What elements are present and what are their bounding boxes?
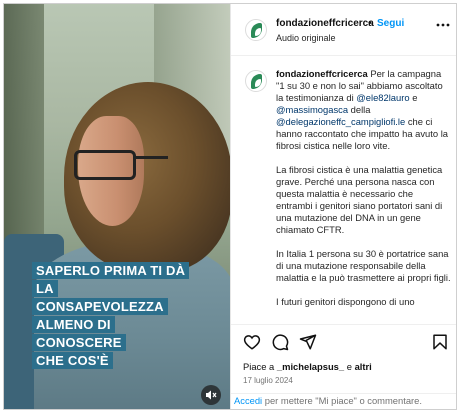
caption-paragraph: La fibrosi cistica è una malattia geneti…	[276, 164, 443, 235]
bookmark-icon[interactable]	[431, 333, 449, 351]
person-glasses-arm	[134, 156, 168, 159]
instagram-post-embed: SAPERLO PRIMA TI DÀ LA CONSAPEVOLEZZA AL…	[3, 3, 457, 410]
caption-username[interactable]: fondazioneffcricerca	[276, 68, 368, 79]
person-glasses	[74, 150, 136, 180]
comment-icon[interactable]	[271, 333, 289, 351]
avatar[interactable]	[245, 19, 267, 41]
login-prompt: Accedi per mettere "Mi piace" o commenta…	[231, 393, 456, 409]
likes-prefix: Piace a	[243, 361, 275, 372]
caption-paragraph: I futuri genitori dispongono di uno	[276, 296, 415, 307]
post-caption: fondazioneffcricerca Per la campagna "1 …	[276, 68, 452, 320]
caption-line: ALMENO DI CONOSCERE	[32, 316, 202, 352]
post-header: fondazioneffcricerca • Segui Audio origi…	[231, 4, 456, 56]
likes-middle: e	[346, 361, 352, 372]
send-icon[interactable]	[299, 333, 317, 351]
speaker-muted-icon[interactable]	[201, 385, 221, 405]
likes-others[interactable]: altri	[355, 361, 372, 372]
mention-link[interactable]: @massimogasca	[276, 104, 348, 115]
header-username[interactable]: fondazioneffcricerca	[276, 18, 374, 29]
separator-dot: •	[368, 18, 372, 29]
likes-summary: Piace a _michelapsus_ e altri	[243, 361, 372, 372]
post-video[interactable]: SAPERLO PRIMA TI DÀ LA CONSAPEVOLEZZA AL…	[4, 4, 230, 409]
heart-icon[interactable]	[243, 333, 261, 351]
login-text: per mettere "Mi piace" o commentare.	[264, 395, 422, 406]
caption-paragraph: In Italia 1 persona su 30 è portatrice s…	[276, 248, 451, 283]
login-link[interactable]: Accedi	[234, 395, 262, 406]
avatar[interactable]	[245, 70, 267, 92]
more-options-icon[interactable]	[436, 16, 450, 30]
caption-text: e	[412, 92, 418, 103]
audio-label[interactable]: Audio originale	[276, 33, 336, 43]
background-tree	[4, 4, 44, 244]
video-caption: SAPERLO PRIMA TI DÀ LA CONSAPEVOLEZZA AL…	[32, 262, 202, 370]
follow-button[interactable]: Segui	[377, 18, 404, 29]
caption-line: CHE COS'È	[32, 352, 202, 370]
post-side-panel: fondazioneffcricerca • Segui Audio origi…	[230, 4, 456, 409]
mention-link[interactable]: @ele82lauro	[356, 92, 409, 103]
action-bar	[231, 324, 456, 356]
caption-text: della	[350, 104, 371, 115]
caption-line: CONSAPEVOLEZZA	[32, 298, 202, 316]
post-date[interactable]: 17 luglio 2024	[243, 376, 293, 385]
likes-user[interactable]: _michelapsus_	[277, 361, 344, 372]
mention-link[interactable]: @delegazioneffc_campigliofi.le	[276, 116, 405, 127]
caption-line: SAPERLO PRIMA TI DÀ LA	[32, 262, 202, 298]
